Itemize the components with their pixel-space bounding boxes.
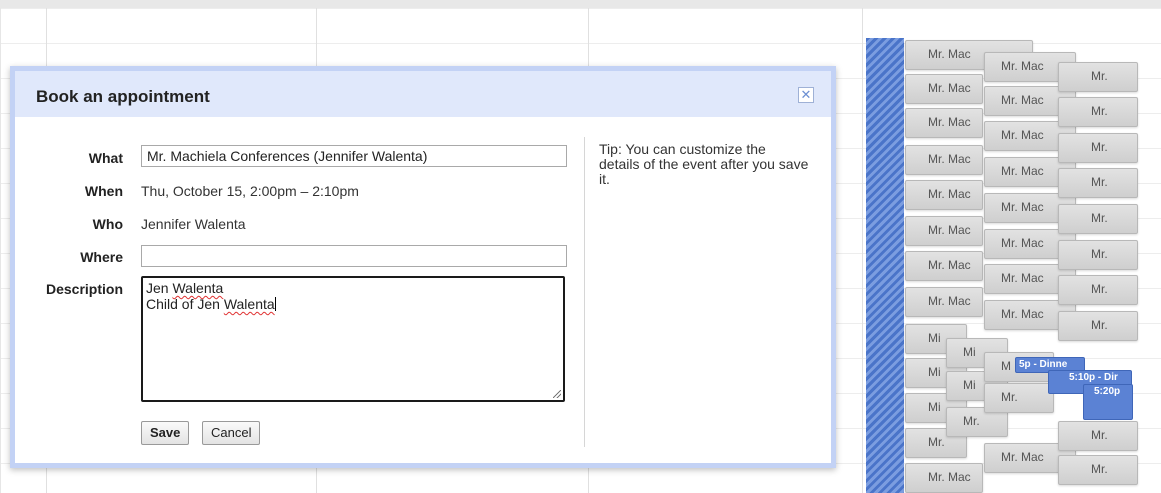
appointment-slot[interactable]: Mr. bbox=[1058, 421, 1138, 451]
when-value: Thu, October 15, 2:00pm – 2:10pm bbox=[141, 183, 359, 199]
dialog-header: Book an appointment ✕ bbox=[15, 71, 831, 117]
misspelled-word: Walenta bbox=[223, 296, 275, 312]
description-text: Jen bbox=[146, 280, 173, 296]
appointment-slot[interactable]: Mr. Mac bbox=[905, 145, 983, 175]
when-label: When bbox=[84, 183, 123, 199]
where-label: Where bbox=[80, 249, 123, 265]
grid-column-line bbox=[862, 8, 863, 493]
calendar-event[interactable]: 5:20p bbox=[1083, 384, 1133, 420]
description-line: Child of Jen Walenta bbox=[146, 296, 560, 312]
tip-heading: Tip bbox=[599, 141, 618, 157]
appointment-slot[interactable]: Mr. bbox=[1058, 97, 1138, 127]
appointment-slot[interactable]: Mr. bbox=[1058, 275, 1138, 305]
appointment-slot[interactable]: Mr. Mac bbox=[905, 180, 983, 210]
resize-handle-icon[interactable] bbox=[553, 390, 561, 398]
description-label: Description bbox=[45, 281, 123, 297]
misspelled-word: Walenta bbox=[172, 280, 224, 296]
appointment-slot[interactable]: Mr. bbox=[984, 383, 1054, 413]
appointment-slot[interactable]: Mr. Mac bbox=[905, 251, 983, 281]
dialog-title: Book an appointment bbox=[36, 87, 210, 106]
appointment-slot[interactable]: Mr. Mac bbox=[905, 287, 983, 317]
cancel-button[interactable]: Cancel bbox=[202, 421, 261, 445]
save-button[interactable]: Save bbox=[141, 421, 190, 445]
appointment-slot[interactable]: Mr. Mac bbox=[905, 74, 983, 104]
tip-text: Tip: You can customize the details of th… bbox=[599, 142, 809, 187]
appointment-slot[interactable]: Mr. bbox=[1058, 62, 1138, 92]
appointment-slot[interactable]: Mr. bbox=[1058, 168, 1138, 198]
description-line: Jen Walenta bbox=[146, 280, 560, 296]
appointment-slot[interactable]: Mr. bbox=[1058, 240, 1138, 270]
appointment-slot[interactable]: Mr. Mac bbox=[905, 463, 983, 493]
tip-body: : You can customize the details of the e… bbox=[599, 141, 809, 187]
appointment-slot[interactable]: Mr. bbox=[1058, 133, 1138, 163]
close-icon[interactable]: ✕ bbox=[798, 87, 814, 103]
what-label: What bbox=[88, 150, 123, 166]
description-textarea[interactable]: Jen Walenta Child of Jen Walenta bbox=[141, 276, 565, 402]
text-cursor bbox=[274, 297, 276, 311]
book-appointment-dialog: Book an appointment ✕ What When Thu, Oct… bbox=[10, 66, 836, 468]
calendar-top-bar bbox=[0, 0, 1161, 8]
where-input[interactable] bbox=[141, 245, 567, 267]
who-label: Who bbox=[92, 216, 123, 232]
appointment-slot[interactable]: Mr. bbox=[1058, 204, 1138, 234]
who-value: Jennifer Walenta bbox=[141, 216, 246, 232]
appointment-slot[interactable]: Mr. Mac bbox=[905, 108, 983, 138]
appointment-slot[interactable]: Mr. bbox=[1058, 311, 1138, 341]
appointment-slot[interactable]: Mr. Mac bbox=[905, 216, 983, 246]
what-input[interactable] bbox=[141, 145, 567, 167]
dialog-divider bbox=[584, 137, 585, 447]
blocked-time-column bbox=[866, 38, 904, 493]
description-text: Child of Jen bbox=[146, 296, 224, 312]
appointment-slot[interactable]: Mr. bbox=[1058, 455, 1138, 485]
